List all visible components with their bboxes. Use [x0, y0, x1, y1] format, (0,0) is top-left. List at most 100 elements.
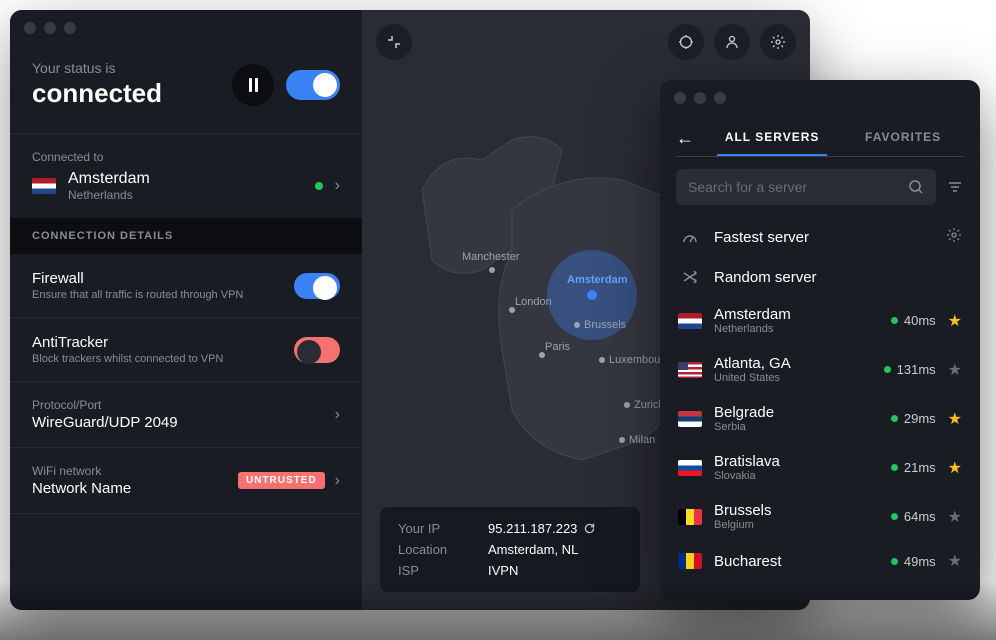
- gauge-icon: [678, 229, 702, 247]
- favorite-star-icon[interactable]: ★: [948, 409, 962, 429]
- connection-country: Netherlands: [68, 188, 303, 202]
- svg-text:Milan: Milan: [629, 434, 655, 446]
- server-ping: 49ms: [891, 554, 936, 569]
- flag-icon: [678, 460, 702, 476]
- server-ping: 131ms: [884, 362, 936, 377]
- pause-icon: [249, 78, 258, 92]
- firewall-toggle[interactable]: [294, 273, 340, 299]
- connected-to-section[interactable]: Connected to Amsterdam Netherlands ›: [10, 133, 362, 218]
- sidebar: Your status is connected Connected to Am…: [10, 10, 362, 610]
- fastest-server-item[interactable]: Fastest server: [660, 217, 980, 258]
- server-ping: 29ms: [891, 411, 936, 426]
- flag-icon: [678, 509, 702, 525]
- window-controls: [674, 92, 726, 104]
- account-icon[interactable]: [714, 24, 750, 60]
- chevron-right-icon: ›: [335, 177, 340, 195]
- server-country: Slovakia: [714, 470, 879, 482]
- favorite-star-icon[interactable]: ★: [948, 507, 962, 527]
- server-item[interactable]: Belgrade Serbia 29ms ★: [660, 394, 980, 443]
- wifi-label: WiFi network: [32, 464, 238, 478]
- server-country: United States: [714, 372, 872, 384]
- antitracker-title: AntiTracker: [32, 334, 294, 351]
- connection-details-header: CONNECTION DETAILS: [10, 218, 362, 254]
- isp-label: ISP: [398, 563, 468, 578]
- svg-text:Brussels: Brussels: [584, 319, 627, 331]
- antitracker-row: AntiTracker Block trackers whilst connec…: [10, 318, 362, 382]
- location-icon[interactable]: [668, 24, 704, 60]
- close-window-icon[interactable]: [24, 22, 36, 34]
- search-box[interactable]: [676, 169, 936, 205]
- search-input[interactable]: [688, 179, 900, 195]
- gear-icon[interactable]: [946, 227, 962, 248]
- server-country: Serbia: [714, 421, 879, 433]
- server-item[interactable]: Atlanta, GA United States 131ms ★: [660, 345, 980, 394]
- connection-city: Amsterdam: [68, 170, 303, 188]
- server-country: Belgium: [714, 519, 879, 531]
- back-button[interactable]: ←: [676, 128, 694, 149]
- svg-text:London: London: [515, 296, 552, 308]
- location-label: Location: [398, 542, 468, 557]
- server-country: Netherlands: [714, 323, 879, 335]
- favorite-star-icon[interactable]: ★: [948, 458, 962, 478]
- server-ping: 21ms: [891, 460, 936, 475]
- pause-button[interactable]: [232, 64, 274, 106]
- chevron-right-icon: ›: [335, 406, 340, 424]
- wifi-row[interactable]: WiFi network Network Name UNTRUSTED ›: [10, 448, 362, 514]
- random-server-item[interactable]: Random server: [660, 258, 980, 296]
- server-item[interactable]: Bucharest 49ms ★: [660, 541, 980, 581]
- server-ping: 64ms: [891, 509, 936, 524]
- status-value: connected: [32, 78, 162, 109]
- server-ping: 40ms: [891, 313, 936, 328]
- maximize-window-icon[interactable]: [714, 92, 726, 104]
- server-city: Bucharest: [714, 553, 879, 570]
- refresh-icon[interactable]: [583, 522, 596, 535]
- connection-toggle[interactable]: [286, 70, 340, 100]
- minimize-window-icon[interactable]: [694, 92, 706, 104]
- server-city: Atlanta, GA: [714, 355, 872, 372]
- flag-icon: [32, 178, 56, 194]
- collapse-icon[interactable]: [376, 24, 412, 60]
- wifi-value: Network Name: [32, 480, 238, 497]
- svg-text:Manchester: Manchester: [462, 251, 520, 263]
- flag-icon: [678, 313, 702, 329]
- ip-panel: Your IP 95.211.187.223 Location Amsterda…: [380, 507, 640, 592]
- search-icon: [908, 179, 924, 195]
- flag-icon: [678, 411, 702, 427]
- map-label-amsterdam: Amsterdam: [567, 274, 628, 286]
- antitracker-toggle[interactable]: [294, 337, 340, 363]
- fastest-label: Fastest server: [714, 229, 934, 246]
- server-city: Brussels: [714, 502, 879, 519]
- tab-all-servers[interactable]: ALL SERVERS: [717, 120, 828, 156]
- maximize-window-icon[interactable]: [64, 22, 76, 34]
- filter-icon[interactable]: [946, 178, 964, 196]
- svg-text:Paris: Paris: [545, 341, 571, 353]
- window-controls: [24, 22, 76, 34]
- favorite-star-icon[interactable]: ★: [948, 311, 962, 331]
- status-label: Your status is: [32, 60, 162, 76]
- firewall-title: Firewall: [32, 270, 294, 287]
- favorite-star-icon[interactable]: ★: [948, 360, 962, 380]
- server-city: Belgrade: [714, 404, 879, 421]
- close-window-icon[interactable]: [674, 92, 686, 104]
- firewall-desc: Ensure that all traffic is routed throug…: [32, 289, 294, 301]
- status-dot-icon: [315, 182, 323, 190]
- protocol-row[interactable]: Protocol/Port WireGuard/UDP 2049 ›: [10, 382, 362, 448]
- antitracker-desc: Block trackers whilst connected to VPN: [32, 353, 294, 365]
- server-city: Amsterdam: [714, 306, 879, 323]
- server-item[interactable]: Amsterdam Netherlands 40ms ★: [660, 296, 980, 345]
- server-list: Fastest server Random server Amsterdam N…: [660, 217, 980, 600]
- firewall-row: Firewall Ensure that all traffic is rout…: [10, 254, 362, 318]
- flag-icon: [678, 362, 702, 378]
- settings-icon[interactable]: [760, 24, 796, 60]
- ip-value: 95.211.187.223: [488, 521, 577, 536]
- server-item[interactable]: Bratislava Slovakia 21ms ★: [660, 443, 980, 492]
- random-label: Random server: [714, 269, 962, 286]
- protocol-value: WireGuard/UDP 2049: [32, 414, 335, 431]
- connected-to-label: Connected to: [32, 150, 340, 164]
- untrusted-badge: UNTRUSTED: [238, 472, 325, 489]
- minimize-window-icon[interactable]: [44, 22, 56, 34]
- favorite-star-icon[interactable]: ★: [948, 551, 962, 571]
- isp-value: IVPN: [488, 563, 518, 578]
- tab-favorites[interactable]: FAVORITES: [857, 120, 949, 156]
- server-item[interactable]: Brussels Belgium 64ms ★: [660, 492, 980, 541]
